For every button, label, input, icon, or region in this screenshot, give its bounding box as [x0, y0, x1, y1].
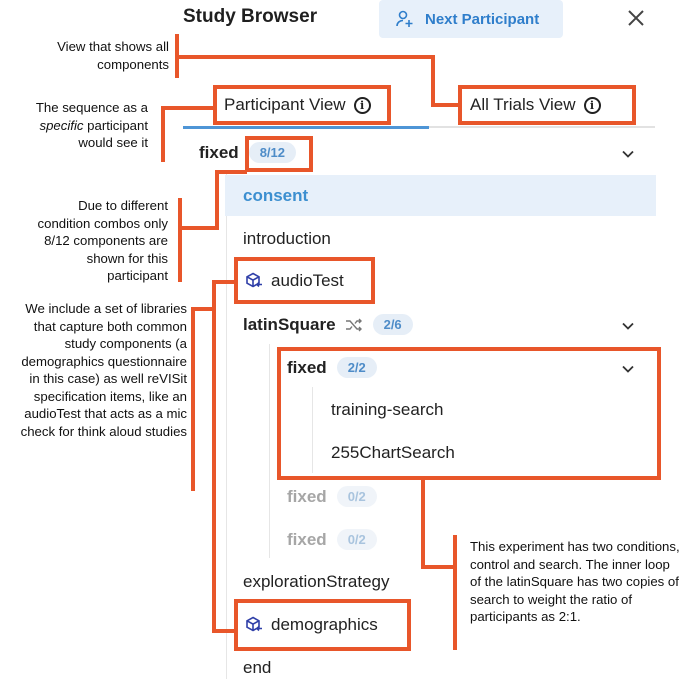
- next-participant-label: Next Participant: [425, 10, 540, 28]
- connector-line: [212, 280, 216, 633]
- page-title: Study Browser: [183, 6, 318, 27]
- connector-line: [421, 479, 425, 568]
- tree-item-consent[interactable]: consent: [243, 186, 308, 206]
- connector-line: [212, 280, 236, 284]
- connector-line: [421, 565, 455, 569]
- tab-active-indicator: [183, 126, 429, 129]
- highlight-box-participant-view: [213, 85, 391, 125]
- close-icon[interactable]: [624, 6, 648, 30]
- connector-line: [431, 103, 459, 107]
- chevron-down-icon[interactable]: [621, 147, 635, 161]
- connector-line: [191, 307, 195, 491]
- highlight-box-all-trials: [458, 85, 636, 125]
- connector-line: [161, 106, 165, 162]
- tree-item-explorationstrategy[interactable]: explorationStrategy: [243, 572, 389, 592]
- highlight-box-progress: [245, 136, 313, 172]
- tree-guide: [226, 170, 227, 679]
- annotation-sequence: The sequence as a specific participant w…: [35, 100, 148, 150]
- tree-item-end[interactable]: end: [243, 658, 271, 678]
- highlight-box-demographics: [234, 599, 411, 651]
- connector-line: [175, 55, 433, 59]
- progress-badge: 0/2: [336, 486, 377, 507]
- connector-line: [431, 55, 435, 107]
- progress-badge: 0/2: [336, 529, 377, 550]
- next-participant-button[interactable]: Next Participant: [379, 0, 563, 38]
- connector-line: [178, 198, 182, 282]
- annotation-libraries: We include a set of libraries that captu…: [20, 301, 187, 439]
- connector-line: [212, 629, 236, 633]
- connector-line: [215, 170, 219, 228]
- highlight-box-audiotest: [234, 257, 375, 304]
- group-label: fixed: [199, 142, 239, 162]
- user-plus-icon: [396, 10, 413, 27]
- connector-line: [453, 535, 457, 650]
- progress-badge: 2/6: [372, 314, 413, 335]
- tree-guide: [269, 344, 270, 558]
- group-label: latinSquare: [243, 314, 336, 334]
- annotation-condition-combos: Due to different condition combos only 8…: [37, 198, 168, 283]
- tree-group-fixed-disabled[interactable]: fixed 0/2: [287, 486, 377, 507]
- shuffle-icon: [345, 318, 362, 331]
- annotation-experiment: This experiment has two conditions, cont…: [470, 539, 680, 624]
- group-label: fixed: [287, 486, 327, 506]
- connector-line: [175, 34, 179, 78]
- annotation-all-components: View that shows all components: [57, 39, 169, 72]
- group-label: fixed: [287, 529, 327, 549]
- chevron-down-icon[interactable]: [621, 319, 635, 333]
- highlight-box-inner-fixed: [277, 347, 661, 480]
- tree-group-fixed-disabled[interactable]: fixed 0/2: [287, 529, 377, 550]
- tree-item-introduction[interactable]: introduction: [243, 229, 331, 249]
- tree-group-latinsquare[interactable]: latinSquare 2/6: [243, 314, 413, 335]
- connector-line: [178, 226, 219, 230]
- connector-line: [161, 106, 214, 110]
- connector-line: [215, 170, 247, 174]
